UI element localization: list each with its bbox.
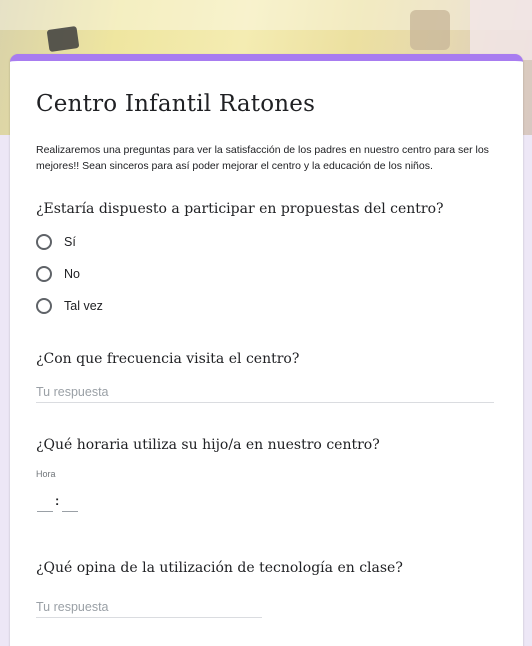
- radio-option-label: Tal vez: [64, 299, 103, 313]
- banner-photo-detail: [470, 0, 532, 60]
- form-card: Centro Infantil Ratones Realizaremos una…: [10, 54, 523, 646]
- question-technology-title: ¿Qué opina de la utilización de tecnolog…: [36, 560, 403, 576]
- time-hour-input[interactable]: [37, 496, 53, 512]
- radio-option-no[interactable]: No: [36, 264, 80, 284]
- form-title: Centro Infantil Ratones: [36, 91, 316, 117]
- question-frequency-title: ¿Con que frecuencia visita el centro?: [36, 351, 300, 367]
- banner-highlight: [0, 0, 532, 30]
- question-schedule-title: ¿Qué horaria utiliza su hijo/a en nuestr…: [36, 437, 380, 453]
- radio-option-si[interactable]: Sí: [36, 232, 76, 252]
- banner-photo-detail: [410, 10, 450, 50]
- form-description: Realizaremos una preguntas para ver la s…: [36, 144, 489, 172]
- radio-button-icon[interactable]: [36, 298, 52, 314]
- radio-option-label: No: [64, 267, 80, 281]
- frequency-answer-input[interactable]: Tu respuesta: [36, 381, 494, 403]
- radio-button-icon[interactable]: [36, 266, 52, 282]
- time-separator: :: [55, 493, 60, 508]
- time-minute-input[interactable]: [62, 496, 78, 512]
- question-participation-title: ¿Estaría dispuesto a participar en propu…: [36, 201, 444, 217]
- time-hour-caption: Hora: [36, 469, 56, 479]
- radio-button-icon[interactable]: [36, 234, 52, 250]
- radio-option-label: Sí: [64, 235, 76, 249]
- banner-photo-detail: [46, 26, 80, 52]
- technology-answer-input[interactable]: Tu respuesta: [36, 596, 262, 618]
- radio-option-tal-vez[interactable]: Tal vez: [36, 296, 103, 316]
